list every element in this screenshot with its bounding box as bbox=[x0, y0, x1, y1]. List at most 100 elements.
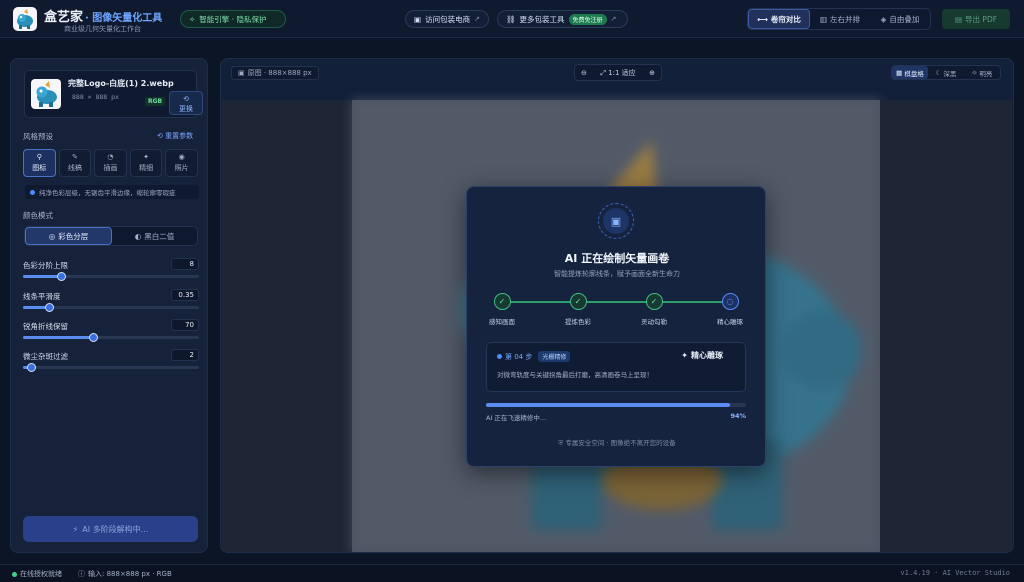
store-link[interactable]: ▣ 访问包装电商 ↗ bbox=[405, 10, 489, 28]
pen-icon: ✎ bbox=[71, 153, 78, 161]
input-info: ⓘ 输入: 888×888 px · RGB bbox=[78, 570, 172, 578]
stage-number: 第 04 步 光栅精修 bbox=[497, 351, 571, 362]
view-mode-swipe[interactable]: ⟷ 卷帘对比 bbox=[748, 9, 810, 29]
slider-thumb[interactable] bbox=[44, 303, 54, 312]
stage-tag: 光栅精修 bbox=[538, 351, 571, 362]
color-mode-binary[interactable]: ◐ 黑白二值 bbox=[112, 227, 197, 245]
file-dimensions: 888 × 888 px bbox=[72, 93, 119, 101]
preset-photo[interactable]: ◉ 照片 bbox=[165, 149, 198, 177]
progress-bar bbox=[486, 403, 746, 407]
image-icon: ▣ bbox=[238, 69, 245, 77]
spinner-icon: ◌ bbox=[721, 293, 739, 310]
zoom-controls: ⊖ ⤢ 1:1 适应 ⊕ bbox=[574, 64, 662, 81]
stage-description: 对微弯轨度与关键拐角最后打磨，高清画卷马上呈现！ bbox=[497, 371, 653, 379]
smoothness-input[interactable]: 0.35 bbox=[171, 289, 199, 301]
preset-hint: 纯净色彩层级，无锯齿平滑边缘，缩轮廓零瑕疵 bbox=[25, 185, 199, 199]
preset-fine[interactable]: ✦ 精细 bbox=[129, 149, 163, 177]
view-mode-overlay[interactable]: ◈ 自由叠加 bbox=[870, 9, 930, 29]
zoom-fit-button[interactable]: ⤢ 1:1 适应 bbox=[600, 68, 635, 78]
slider-track[interactable] bbox=[23, 272, 199, 281]
link-icon: ⛓ bbox=[506, 14, 516, 24]
shield-icon: ⛨ bbox=[558, 439, 564, 447]
contrast-icon: ◐ bbox=[134, 231, 142, 241]
zoom-in-icon[interactable]: ⊕ bbox=[649, 69, 655, 77]
slider-track[interactable] bbox=[23, 303, 199, 312]
chip-icon: ▣ bbox=[603, 208, 629, 234]
check-icon: ✓ bbox=[569, 293, 587, 310]
export-pdf-button[interactable]: ▤ 导出 PDF bbox=[942, 9, 1010, 29]
status-bar: 在线授权就绪 ⓘ 输入: 888×888 px · RGB v1.4.19 · … bbox=[0, 564, 1024, 582]
info-dot-icon bbox=[30, 189, 35, 195]
style-preset-label: 风格预设 bbox=[23, 132, 53, 141]
preset-lineart[interactable]: ✎ 线稿 bbox=[58, 149, 92, 177]
view-mode-side-by-side[interactable]: ▥ 左右并排 bbox=[810, 9, 870, 29]
palette-icon: ◎ bbox=[48, 231, 56, 241]
refresh-icon: ⟲ bbox=[183, 95, 189, 103]
app-logo bbox=[13, 7, 37, 31]
style-presets: ⚲ 图标 ✎ 线稿 ◔ 插画 ✦ 精细 ◉ 照片 bbox=[23, 149, 198, 177]
brand-title: 盒艺家 · 图像矢量化工具 bbox=[44, 10, 163, 25]
zoom-out-icon[interactable]: ⊖ bbox=[581, 69, 587, 77]
step-3: ✓ 灵动勾勒 bbox=[632, 293, 676, 326]
corner-threshold-input[interactable]: 70 bbox=[171, 319, 199, 331]
progress-percent: 94% bbox=[730, 412, 746, 420]
preset-icon-style[interactable]: ⚲ 图标 bbox=[23, 149, 56, 177]
progress-steps: ✓ 感知画面 ✓ 提炼色彩 ✓ 灵动勾勒 ◌ 精心雕琢 bbox=[485, 293, 749, 327]
bg-dark[interactable]: ☾ 深黑 bbox=[928, 66, 964, 79]
app-header: 盒艺家 · 图像矢量化工具 商业级几何矢量化工作台 ✧ 智能引擎 · 隐私保护 ▣… bbox=[0, 0, 1024, 38]
grid-icon: ▦ bbox=[896, 68, 903, 77]
version-label: v1.4.19 · AI Vector Studio bbox=[900, 569, 1010, 577]
camera-icon: ◉ bbox=[178, 153, 185, 161]
sun-icon: ☼ bbox=[971, 68, 978, 77]
file-format-badge: RGB bbox=[145, 97, 166, 106]
free-badge: 免费免注册 bbox=[568, 13, 607, 25]
license-status: 在线授权就绪 bbox=[12, 569, 62, 579]
source-info-badge: ▣ 原图 · 888×888 px bbox=[231, 66, 319, 80]
bg-light[interactable]: ☼ 明亮 bbox=[964, 66, 1000, 79]
slider-track[interactable] bbox=[23, 363, 199, 372]
background-switch: ▦ 棋盘格 ☾ 深黑 ☼ 明亮 bbox=[891, 65, 1001, 80]
slider-color-levels: 色彩分阶上限 8 bbox=[23, 258, 199, 282]
file-thumbnail bbox=[31, 79, 61, 109]
slider-line-smoothness: 线条平滑度 0.35 bbox=[23, 289, 199, 313]
color-mode-switch: ◎ 彩色分层 ◐ 黑白二值 bbox=[24, 226, 198, 246]
step-1: ✓ 感知画面 bbox=[480, 293, 524, 326]
speckle-filter-input[interactable]: 2 bbox=[171, 349, 199, 361]
slider-thumb[interactable] bbox=[57, 272, 67, 281]
step-2: ✓ 提炼色彩 bbox=[556, 293, 600, 326]
vectorize-run-button[interactable]: ⚡ AI 多阶段解构中... bbox=[23, 516, 198, 542]
sparkle-icon: ✧ bbox=[189, 14, 196, 24]
color-mode-layered[interactable]: ◎ 彩色分层 bbox=[25, 227, 112, 245]
external-link-icon: ↗ bbox=[610, 15, 617, 23]
info-icon: ⓘ bbox=[78, 570, 85, 578]
stage-name: ✦ 精心雕琢 bbox=[681, 351, 723, 360]
color-mode-label: 颜色模式 bbox=[23, 211, 53, 220]
bg-checkerboard[interactable]: ▦ 棋盘格 bbox=[892, 66, 928, 79]
online-dot-icon bbox=[12, 571, 17, 577]
more-tools-link[interactable]: ⛓ 更多包装工具 免费免注册 ↗ bbox=[497, 10, 628, 28]
sparkle-icon: ✦ bbox=[681, 351, 688, 360]
steps-connector bbox=[503, 301, 731, 303]
columns-icon: ▥ bbox=[819, 14, 828, 24]
brand-tagline: 商业级几何矢量化工作台 bbox=[64, 25, 141, 33]
preset-illustration[interactable]: ◔ 插画 bbox=[94, 149, 127, 177]
modal-title: AI 正在绘制矢量画卷 bbox=[564, 252, 670, 265]
file-name: 完整Logo-白底(1) 2.webp bbox=[68, 79, 174, 88]
progress-modal: ▣ AI 正在绘制矢量画卷 智能提炼轮廓线条，赋予画面全新生命力 ✓ 感知画面 … bbox=[466, 186, 766, 467]
settings-sidebar: 完整Logo-白底(1) 2.webp 888 × 888 px RGB ⟲ 更… bbox=[10, 58, 208, 553]
reset-icon: ⟲ bbox=[157, 132, 163, 140]
modal-subtitle: 智能提炼轮廓线条，赋予画面全新生命力 bbox=[554, 270, 680, 278]
sparkle-icon: ✦ bbox=[143, 153, 150, 161]
color-levels-input[interactable]: 8 bbox=[171, 258, 199, 270]
reset-params-button[interactable]: ⟲ 重置参数 bbox=[157, 131, 193, 141]
check-icon: ✓ bbox=[645, 293, 663, 310]
brand-subtitle: · 图像矢量化工具 bbox=[85, 13, 163, 24]
progress-text: AI 正在飞速精修中... bbox=[486, 414, 547, 422]
slider-track[interactable] bbox=[23, 333, 199, 342]
slider-thumb[interactable] bbox=[27, 363, 37, 372]
replace-file-button[interactable]: ⟲ 更换 bbox=[169, 91, 203, 115]
slider-speckle-filter: 微尘杂斑过滤 2 bbox=[23, 349, 199, 373]
external-link-icon: ↗ bbox=[474, 15, 480, 23]
icon-preset-icon: ⚲ bbox=[36, 153, 42, 161]
slider-thumb[interactable] bbox=[88, 333, 98, 342]
